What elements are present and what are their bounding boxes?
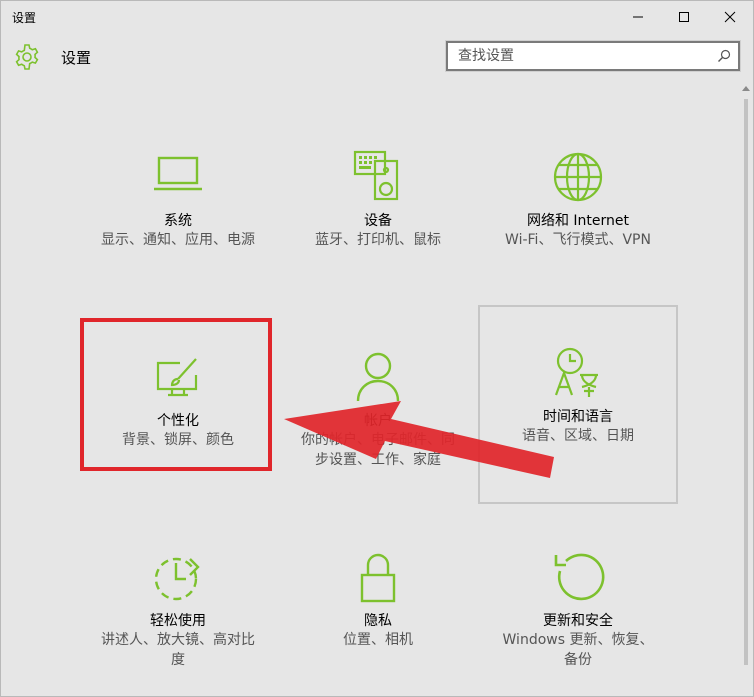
tile-network[interactable]: 网络和 Internet Wi-Fi、飞行模式、VPN [480,109,676,305]
close-icon [724,11,736,23]
devices-icon [350,149,406,205]
tile-time-language[interactable]: 时间和语言 语音、区域、日期 [478,305,678,504]
tile-ease-of-access[interactable]: 轻松使用 讲述人、放大镜、高对比度 [80,509,276,696]
tile-description: Wi-Fi、飞行模式、VPN [505,232,651,248]
ease-of-access-icon [150,549,206,605]
tile-name: 个性化 [157,413,199,429]
tile-name: 隐私 [364,613,392,629]
minimize-button[interactable] [615,1,661,33]
tile-description: 讲述人、放大镜、高对比度 [101,632,255,668]
search-input[interactable] [448,43,712,69]
lock-icon [350,549,406,605]
close-button[interactable] [707,1,753,33]
tile-name: 时间和语言 [543,409,613,425]
tile-devices[interactable]: 设备 蓝牙、打印机、鼠标 [280,109,476,305]
tile-update-security[interactable]: 更新和安全 Windows 更新、恢复、备份 [480,509,676,696]
tile-name: 设备 [364,213,392,229]
tile-system[interactable]: 系统 显示、通知、应用、电源 [80,109,276,305]
personalization-icon [150,349,206,405]
tile-name: 轻松使用 [150,613,206,629]
page-title: 设置 [61,49,92,67]
account-icon [350,349,406,405]
tile-description: 显示、通知、应用、电源 [101,232,255,248]
tile-name: 帐户 [364,413,392,429]
settings-header: 设置 [1,33,753,81]
tile-accounts[interactable]: 帐户 你的帐户、电子邮件、同步设置、工作、家庭 [280,309,476,505]
tile-description: 语音、区域、日期 [522,428,634,444]
maximize-icon [679,12,689,22]
title-bar: 设置 [1,1,753,33]
update-icon [550,549,606,605]
tile-privacy[interactable]: 隐私 位置、相机 [280,509,476,696]
minimize-icon [633,16,643,18]
tile-description: Windows 更新、恢复、备份 [502,632,654,668]
scroll-up-icon[interactable] [741,83,751,93]
maximize-button[interactable] [661,1,707,33]
tile-description: 蓝牙、打印机、鼠标 [315,232,441,248]
tile-description: 你的帐户、电子邮件、同步设置、工作、家庭 [301,432,455,468]
laptop-icon [150,149,206,205]
search-box[interactable] [446,41,740,71]
tile-personalization[interactable]: 个性化 背景、锁屏、颜色 [80,309,276,505]
tile-description: 背景、锁屏、颜色 [122,432,234,448]
tile-description: 位置、相机 [343,632,413,648]
settings-window: 设置 设置 查找设置 系统 显示、通知、应用、电源 设备 蓝牙、打印机、鼠标 网… [0,0,754,697]
window-title: 设置 [12,11,37,25]
time-language-icon [550,345,606,401]
globe-icon [550,149,606,205]
gear-icon [13,43,41,71]
tile-name: 更新和安全 [543,613,613,629]
search-icon[interactable] [712,44,736,68]
scroll-thumb[interactable] [744,99,748,665]
scrollbar[interactable] [741,83,751,695]
tile-name: 网络和 Internet [526,213,630,229]
tile-name: 系统 [164,213,192,229]
